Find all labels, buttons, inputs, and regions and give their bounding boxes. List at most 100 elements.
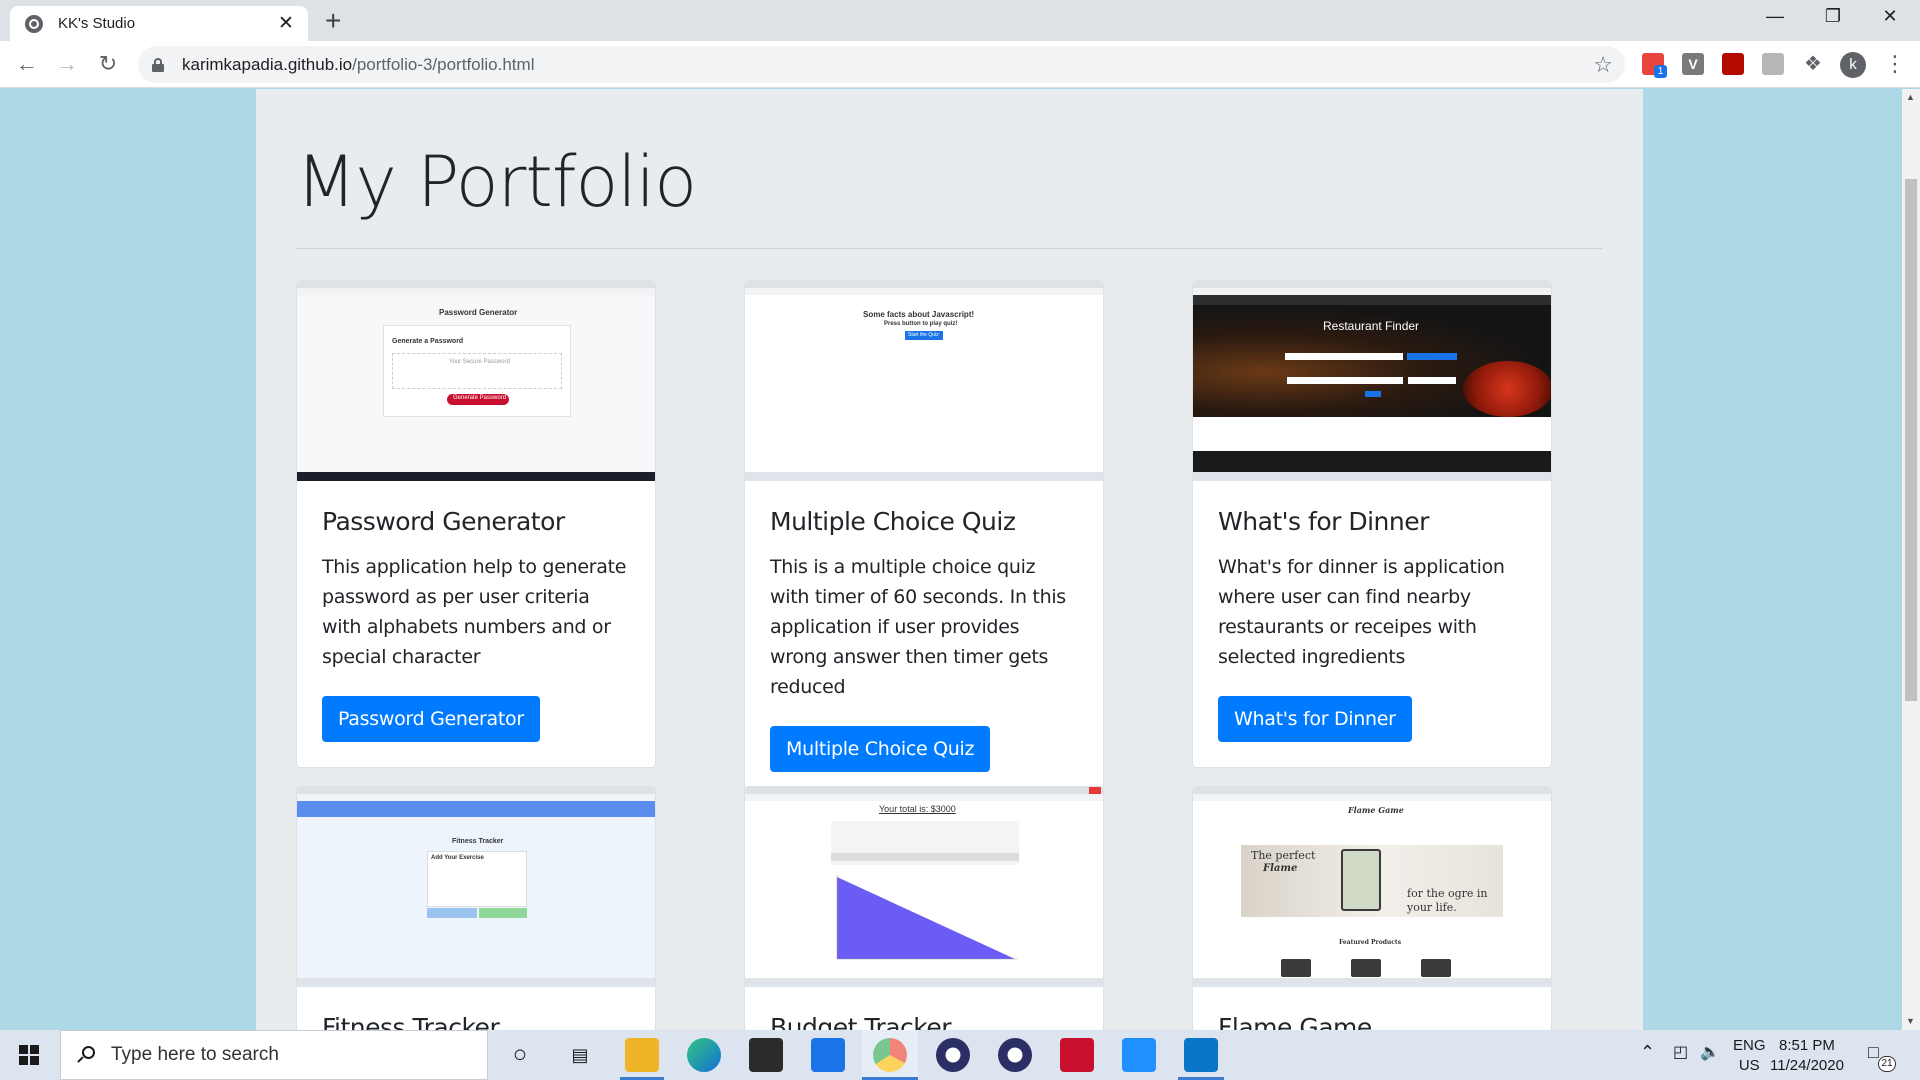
thumb-heading: Fitness Tracker xyxy=(452,838,504,845)
minimize-button[interactable]: — xyxy=(1755,6,1795,27)
browser-tab[interactable]: KK's Studio ✕ xyxy=(10,6,308,41)
acrobat-icon[interactable] xyxy=(1722,53,1744,75)
thumb-heading: Flame Game xyxy=(1348,805,1404,815)
mini-browser-chrome xyxy=(297,281,655,295)
thumb-footer xyxy=(1193,451,1551,472)
forward-arrow-icon[interactable]: → xyxy=(52,49,82,79)
thumb-line4: your life. xyxy=(1407,901,1457,914)
app-icon[interactable] xyxy=(1122,1038,1156,1072)
menu-kebab-icon[interactable]: ⋮ xyxy=(1884,49,1906,79)
bookmark-star-icon[interactable]: ☆ xyxy=(1593,52,1613,78)
clock-time: 8:51 PM xyxy=(1779,1037,1835,1054)
mini-browser-chrome xyxy=(1193,281,1551,295)
new-tab-button[interactable]: + xyxy=(325,6,341,36)
vscode-icon[interactable] xyxy=(1184,1038,1218,1072)
close-window-button[interactable]: ✕ xyxy=(1870,6,1910,27)
thumb-table-row xyxy=(831,853,1019,861)
quiz-thumbnail[interactable]: Some facts about Javascript! Press butto… xyxy=(745,281,1103,481)
eclipse-icon[interactable] xyxy=(936,1038,970,1072)
lang-line-1: ENG xyxy=(1733,1037,1766,1054)
scroll-up-arrow-icon[interactable]: ▲ xyxy=(1906,92,1915,102)
thumb-sub: Add Your Exercise xyxy=(431,855,484,861)
divider xyxy=(296,248,1602,249)
notification-count: 21 xyxy=(1878,1056,1896,1072)
vertical-scrollbar[interactable]: ▲ ▼ xyxy=(1902,89,1920,1030)
cortana-icon[interactable]: ○ xyxy=(503,1038,537,1072)
clock-date: 11/24/2020 xyxy=(1770,1057,1844,1074)
file-explorer-icon[interactable] xyxy=(625,1038,659,1072)
edge-icon[interactable] xyxy=(687,1038,721,1072)
clipboard-icon[interactable] xyxy=(1762,53,1784,75)
mini-browser-chrome xyxy=(1193,787,1551,801)
whats-for-dinner-button[interactable]: What's for Dinner xyxy=(1218,696,1412,742)
reload-icon[interactable]: ↻ xyxy=(93,49,123,79)
card-title: Flame Game xyxy=(1218,1013,1372,1030)
url-host: karimkapadia.github.io xyxy=(182,54,353,74)
tab-close-icon[interactable]: ✕ xyxy=(276,12,296,35)
profile-avatar[interactable]: k xyxy=(1840,52,1866,78)
network-icon[interactable]: ◰ xyxy=(1673,1042,1688,1062)
card-title: Multiple Choice Quiz xyxy=(770,507,1016,536)
thumb-heading: Restaurant Finder xyxy=(1323,319,1420,333)
card-budget-tracker: Your total is: $3000 Budget Tracker xyxy=(744,786,1104,1030)
windows-start-icon[interactable] xyxy=(19,1045,39,1065)
thumb-btn-label: Start the Quiz xyxy=(908,332,939,338)
store-icon[interactable] xyxy=(749,1038,783,1072)
flame-game-thumbnail[interactable]: Flame Game The perfect Flame for the ogr… xyxy=(1193,787,1551,987)
back-arrow-icon[interactable]: ← xyxy=(12,49,42,79)
thumb-input xyxy=(1285,353,1403,360)
tray-chevron-icon[interactable]: ⌃ xyxy=(1640,1042,1655,1063)
thumb-line2: Flame xyxy=(1263,863,1298,874)
taskbar-search[interactable] xyxy=(60,1030,488,1080)
thumb-heading: Your total is: $3000 xyxy=(879,804,956,814)
thumb-chili-bowl xyxy=(1463,361,1551,417)
thumb-area-chart xyxy=(836,875,1017,960)
notification-icon[interactable]: □ xyxy=(1868,1042,1879,1063)
eclipse-icon-2[interactable] xyxy=(998,1038,1032,1072)
mini-browser-chrome xyxy=(745,787,1103,801)
lang-line-2: US xyxy=(1738,1057,1760,1074)
address-bar[interactable]: karimkapadia.github.io/portfolio-3/portf… xyxy=(138,46,1625,83)
browser-toolbar: ← → ↻ karimkapadia.github.io/portfolio-3… xyxy=(0,41,1920,88)
volume-icon[interactable]: 🔈 xyxy=(1700,1042,1720,1062)
card-title: Password Generator xyxy=(322,507,565,536)
chrome-active-bg xyxy=(862,1030,918,1080)
restore-button[interactable]: ❐ xyxy=(1813,6,1853,27)
thumb-product-2 xyxy=(1351,959,1381,977)
mini-taskbar xyxy=(1193,472,1551,481)
language-indicator[interactable]: ENG US xyxy=(1733,1036,1766,1076)
globe-icon xyxy=(25,14,43,33)
task-view-icon[interactable]: ▤ xyxy=(563,1038,597,1072)
thumb-heading: Password Generator xyxy=(439,308,518,317)
thumb-search-btn xyxy=(1407,353,1457,360)
scroll-down-arrow-icon[interactable]: ▼ xyxy=(1906,1016,1915,1026)
page-title: My Portfolio xyxy=(296,141,697,223)
taskbar-search-input[interactable] xyxy=(111,1044,411,1066)
thumb-submit xyxy=(1365,391,1381,397)
mini-browser-chrome xyxy=(745,281,1103,295)
browser-tab-bar: KK's Studio ✕ + — ❐ ✕ xyxy=(0,0,1920,41)
thumb-line3: for the ogre in xyxy=(1407,887,1488,900)
card-title: Budget Tracker xyxy=(770,1013,952,1030)
v-icon[interactable]: V xyxy=(1682,53,1704,75)
thumb-heading: Some facts about Javascript! xyxy=(863,310,975,319)
acrobat-icon[interactable] xyxy=(1060,1038,1094,1072)
clock[interactable]: 8:51 PM 11/24/2020 xyxy=(1770,1036,1844,1076)
search-icon xyxy=(77,1046,95,1064)
mini-taskbar xyxy=(297,978,655,987)
budget-tracker-thumbnail[interactable]: Your total is: $3000 xyxy=(745,787,1103,987)
scrollbar-thumb[interactable] xyxy=(1905,179,1917,701)
dinner-thumbnail[interactable]: Restaurant Finder xyxy=(1193,281,1551,481)
password-generator-button[interactable]: Password Generator xyxy=(322,696,540,742)
mail-icon[interactable] xyxy=(811,1038,845,1072)
thumb-btn-add xyxy=(479,908,527,918)
mini-taskbar xyxy=(297,472,655,481)
fitness-tracker-thumbnail[interactable]: Fitness Tracker Add Your Exercise xyxy=(297,787,655,987)
thumb-btn-label: Generate Password xyxy=(453,395,507,401)
multiple-choice-quiz-button[interactable]: Multiple Choice Quiz xyxy=(770,726,991,772)
thumb-navbar xyxy=(1193,295,1551,305)
card-description: This application help to generate passwo… xyxy=(322,556,627,668)
extensions-puzzle-icon[interactable]: ❖ xyxy=(1802,53,1824,75)
password-generator-thumbnail[interactable]: Password Generator Generate a Password Y… xyxy=(297,281,655,481)
card-fitness-tracker: Fitness Tracker Add Your Exercise Fitnes… xyxy=(296,786,656,1030)
